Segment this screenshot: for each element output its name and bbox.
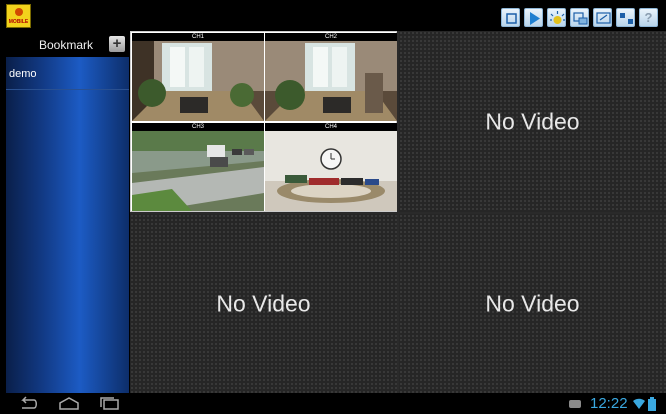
notification-icon <box>569 400 581 408</box>
video-pane-bottom-right[interactable]: No Video <box>399 214 666 393</box>
ptz-icon <box>620 13 633 24</box>
camera-switch-button[interactable] <box>570 8 589 27</box>
camera-tile-ch2[interactable]: CH2 <box>265 33 397 121</box>
camera-tile-ch4[interactable]: CH4 <box>265 123 397 211</box>
sidebar-header: Bookmark + <box>6 31 129 57</box>
stop-button[interactable] <box>501 8 520 27</box>
camera-switch-icon <box>573 12 588 25</box>
quad-camera-view[interactable]: CH1 CH2 CH3 CH4 <box>130 31 397 212</box>
camera-tile-ch3[interactable]: CH3 <box>132 123 264 211</box>
sidebar-title: Bookmark <box>39 38 94 52</box>
camera-tile-ch1[interactable]: CH1 <box>132 33 264 121</box>
logo-text: MOBILE <box>8 19 29 25</box>
no-video-label: No Video <box>485 290 580 316</box>
camera-feed-ch3 <box>132 123 264 211</box>
recent-apps-icon[interactable] <box>98 396 122 412</box>
play-button[interactable] <box>524 8 543 27</box>
ptz-button[interactable] <box>616 8 635 27</box>
channel-label: CH1 <box>132 33 264 41</box>
bookmark-item-demo[interactable]: demo <box>6 59 129 90</box>
stop-icon <box>506 13 517 24</box>
layout-icon <box>596 12 611 24</box>
bookmark-item-label: demo <box>9 68 37 80</box>
channel-label: CH4 <box>265 123 397 131</box>
system-nav-bar: 12:22 <box>0 393 666 414</box>
wifi-icon <box>633 398 645 409</box>
help-icon: ? <box>644 10 653 25</box>
bookmark-sidebar: Bookmark + demo <box>6 31 129 393</box>
app-logo: MOBILE <box>6 4 31 28</box>
camera-feed-ch2 <box>265 33 397 121</box>
logo-mark <box>15 8 23 16</box>
camera-feed-ch4 <box>265 123 397 211</box>
help-button[interactable]: ? <box>639 8 658 27</box>
system-clock: 12:22 <box>590 395 628 412</box>
video-grid: CH1 CH2 CH3 CH4 No Video No Video No Vid… <box>130 31 666 393</box>
add-bookmark-button[interactable]: + <box>109 36 125 52</box>
battery-icon <box>648 397 656 411</box>
video-pane-top-right[interactable]: No Video <box>399 31 666 212</box>
top-bar: MOBILE ? <box>0 0 666 31</box>
back-icon[interactable] <box>16 396 40 412</box>
camera-feed-ch1 <box>132 33 264 121</box>
no-video-label: No Video <box>485 108 580 134</box>
home-icon[interactable] <box>57 396 81 412</box>
channel-label: CH2 <box>265 33 397 41</box>
no-video-label: No Video <box>216 290 311 316</box>
toolbar: ? <box>501 8 658 27</box>
layout-button[interactable] <box>593 8 612 27</box>
play-icon <box>530 12 540 25</box>
channel-label: CH3 <box>132 123 264 131</box>
alarm-icon <box>550 11 565 24</box>
video-pane-bottom-left[interactable]: No Video <box>130 214 397 393</box>
alarm-button[interactable] <box>547 8 566 27</box>
